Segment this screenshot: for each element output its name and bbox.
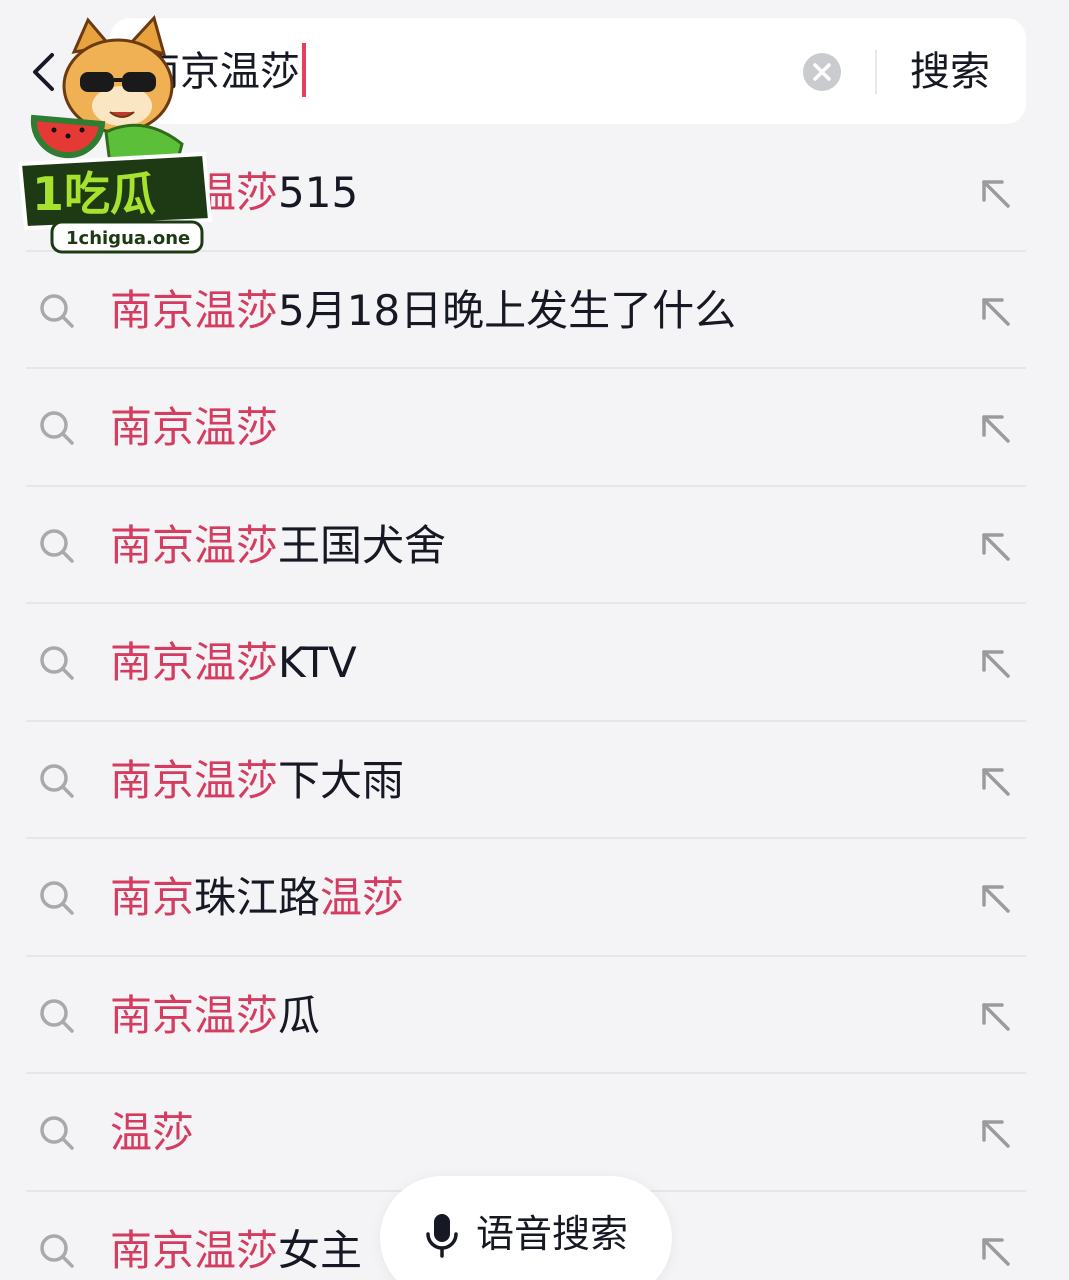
suggestion-highlight-tail: 温莎 <box>320 873 405 922</box>
search-icon <box>40 528 74 563</box>
suggestion-item[interactable]: 南京温莎下大雨 <box>0 722 1069 839</box>
suggestion-item[interactable]: 南京温莎王国犬舍 <box>0 487 1069 604</box>
search-icon <box>40 998 74 1033</box>
suggestion-text: 南京温莎KTV <box>110 632 357 694</box>
arrow-up-left-icon[interactable] <box>978 881 1012 915</box>
suggestion-highlight: 南京温莎 <box>110 1225 279 1275</box>
suggestion-text: 南京温莎王国犬舍 <box>110 515 446 577</box>
search-icon <box>40 1116 74 1150</box>
search-icon <box>40 763 74 798</box>
arrow-up-left-icon[interactable] <box>978 176 1012 210</box>
search-icon <box>40 293 74 328</box>
arrow-up-left-icon[interactable] <box>978 646 1012 680</box>
suggestion-remainder: 瓜 <box>278 990 321 1040</box>
voice-search-button[interactable]: 语音搜索 <box>380 1176 672 1280</box>
suggestion-remainder: 女主 <box>278 1225 363 1275</box>
suggestion-list: 南京温莎515南京温莎5月18日晚上发生了什么南京温莎南京温莎王国犬舍南京温莎K… <box>0 134 1069 1280</box>
search-icon <box>40 881 74 915</box>
suggestion-highlight: 南京温莎 <box>110 403 279 452</box>
suggestion-highlight: 南京温莎 <box>110 520 279 570</box>
suggestion-item[interactable]: 温莎 <box>0 1074 1069 1192</box>
suggestion-item[interactable]: 南京温莎 <box>0 369 1069 487</box>
arrow-up-left-icon[interactable] <box>978 529 1012 563</box>
voice-search-label: 语音搜索 <box>476 1212 629 1256</box>
suggestion-item[interactable]: 南京温莎瓜 <box>0 957 1069 1074</box>
search-button[interactable]: 搜索 <box>890 36 1010 108</box>
suggestion-highlight: 南京温莎 <box>110 990 279 1040</box>
suggestion-text: 南京温莎女主 <box>110 1220 362 1280</box>
arrow-up-left-icon[interactable] <box>978 764 1012 798</box>
suggestion-text: 南京温莎 <box>110 397 278 459</box>
search-bar-divider <box>875 50 877 94</box>
suggestion-text: 南京温莎瓜 <box>110 985 320 1047</box>
search-icon <box>40 646 74 680</box>
suggestion-highlight: 南京温莎 <box>110 285 279 335</box>
svg-text:1chigua.one: 1chigua.one <box>66 228 190 249</box>
suggestion-remainder: 下大雨 <box>278 755 405 805</box>
suggestion-remainder: 王国犬舍 <box>278 520 447 570</box>
suggestion-text: 南京温莎下大雨 <box>110 750 404 812</box>
suggestion-text: 温莎 <box>110 1102 194 1164</box>
suggestion-item[interactable]: 南京温莎5月18日晚上发生了什么 <box>0 252 1069 369</box>
brand-logo-watermark: 1吃瓜 1chigua.one <box>17 15 213 254</box>
search-icon <box>40 1233 74 1268</box>
suggestion-item[interactable]: 南京珠江路温莎 <box>0 839 1069 957</box>
suggestion-text: 南京珠江路温莎 <box>110 867 404 929</box>
suggestion-remainder: 5月18日晚上发生了什么 <box>278 285 737 335</box>
suggestion-text: 南京温莎5月18日晚上发生了什么 <box>110 280 736 342</box>
search-icon <box>40 411 74 445</box>
suggestion-remainder: KTV <box>278 638 357 687</box>
suggestion-highlight: 南京温莎 <box>110 638 279 687</box>
arrow-up-left-icon[interactable] <box>978 411 1012 445</box>
close-circle-icon[interactable] <box>802 52 842 92</box>
suggestion-highlight: 温莎 <box>110 1108 195 1157</box>
suggestion-item[interactable]: 南京温莎KTV <box>0 604 1069 722</box>
arrow-up-left-icon[interactable] <box>978 1116 1012 1150</box>
arrow-up-left-icon[interactable] <box>978 294 1012 328</box>
arrow-up-left-icon[interactable] <box>978 999 1012 1033</box>
arrow-up-left-icon[interactable] <box>978 1234 1012 1268</box>
suggestion-remainder: 珠江路 <box>194 873 321 922</box>
microphone-icon <box>426 1214 458 1258</box>
text-caret <box>302 43 306 97</box>
svg-text:1吃瓜: 1吃瓜 <box>32 167 156 221</box>
suggestion-remainder: 515 <box>278 168 359 217</box>
search-suggestion-page: 南京温莎 搜索 南京温莎515南京温莎5月18日晚上发生了什么南京温莎南京温莎王… <box>0 0 1069 1280</box>
suggestion-highlight: 南京温莎 <box>110 755 279 805</box>
suggestion-highlight: 南京 <box>110 873 195 922</box>
